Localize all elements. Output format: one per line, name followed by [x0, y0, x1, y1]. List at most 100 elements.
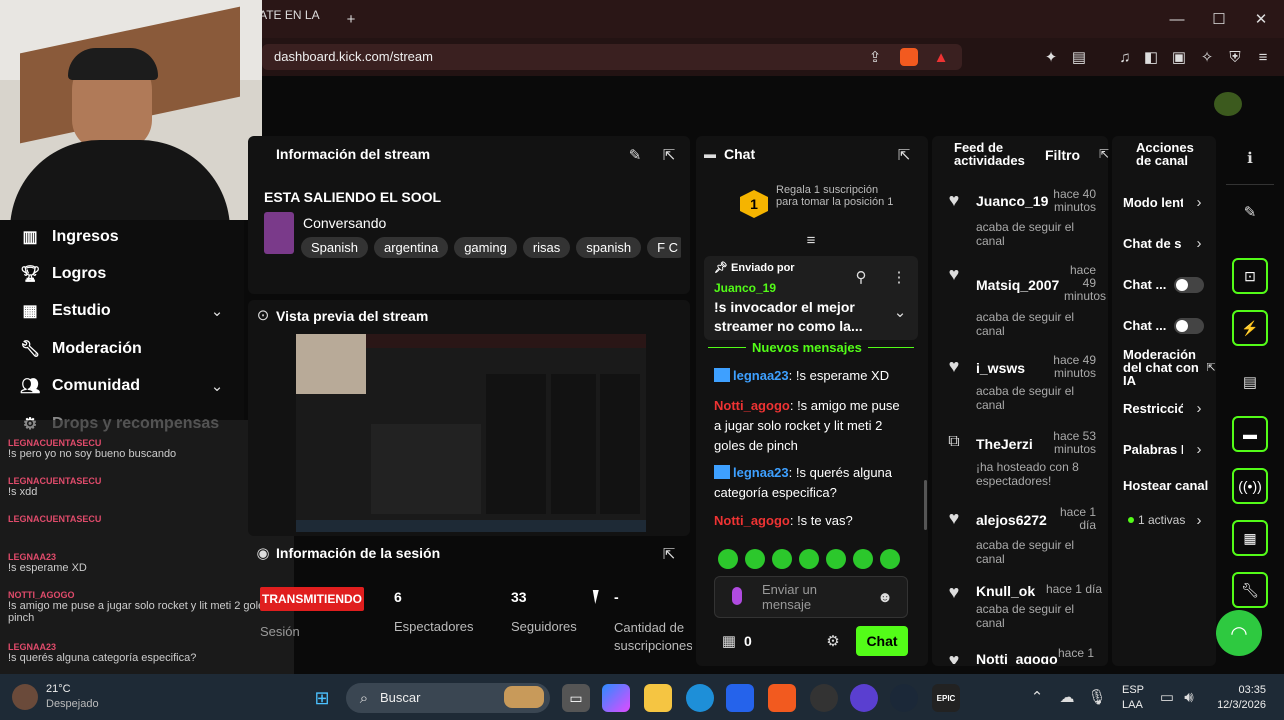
emoji-icon[interactable]: ☻ — [876, 588, 894, 606]
stream-preview-video[interactable] — [296, 334, 646, 532]
toggle-switch[interactable] — [1174, 318, 1204, 334]
sidebar-item-moderacion[interactable]: 🔧︎ Moderación — [20, 334, 142, 364]
share-icon[interactable]: ⇪ — [864, 46, 886, 68]
preview-toggle-button[interactable]: ⊡ — [1232, 258, 1268, 294]
action-ai-moderation[interactable]: Moderación del chat con IA — [1123, 348, 1211, 387]
sidebar-icon[interactable]: ◧ — [1140, 46, 1162, 68]
music-icon[interactable]: ♫ — [1114, 46, 1136, 68]
feed-username[interactable]: alejos6272 — [976, 512, 1047, 528]
copilot-icon[interactable] — [602, 684, 630, 712]
browser-tab[interactable]: PATE EN LA — [252, 8, 332, 30]
language-indicator[interactable]: ESP — [1122, 684, 1144, 696]
onedrive-icon[interactable]: ☁ — [1058, 688, 1076, 706]
chat-username[interactable]: Notti_agogo — [714, 513, 790, 528]
action-blocked-words[interactable]: Palabras I — [1123, 442, 1183, 457]
action-host-channel[interactable]: Hostear canal — [1123, 478, 1208, 493]
microphone-icon[interactable]: 🎙︎ — [1087, 688, 1106, 706]
popout-icon[interactable]: ⇱ — [893, 144, 915, 166]
feed-username[interactable]: TheJerzi — [976, 436, 1033, 452]
popout-icon[interactable]: ⇱ — [658, 144, 680, 166]
epic-games-icon[interactable]: EPIC — [932, 684, 960, 712]
chevron-right-icon[interactable]: › — [1190, 193, 1208, 211]
flash-button[interactable]: ⚡ — [1232, 310, 1268, 346]
toggle-switch[interactable] — [1174, 277, 1204, 293]
steam-icon[interactable] — [890, 684, 918, 712]
wallet-icon[interactable]: ▣ — [1168, 46, 1190, 68]
chevron-right-icon[interactable]: › — [1190, 399, 1208, 417]
feed-username[interactable]: Notti_agogo — [976, 651, 1058, 664]
volume-icon[interactable]: 🔊︎ — [1180, 688, 1198, 706]
brave-icon[interactable] — [768, 684, 796, 712]
brave-shield-icon[interactable] — [900, 48, 918, 66]
store-icon[interactable] — [726, 684, 754, 712]
task-view-icon[interactable]: ▭ — [562, 684, 590, 712]
chat-scrollbar[interactable] — [924, 480, 927, 530]
support-chat-button[interactable]: ◠ — [1216, 610, 1262, 656]
weather-icon[interactable] — [12, 684, 38, 710]
chat-username[interactable]: legnaa23 — [733, 465, 789, 480]
chevron-up-icon[interactable]: ⌃ — [1028, 688, 1046, 706]
broadcast-button[interactable]: ((•)) — [1232, 468, 1268, 504]
feed-filter[interactable]: Filtro — [1045, 147, 1080, 163]
feed-username[interactable]: Matsiq_2007 — [976, 277, 1059, 293]
action-slow-mode[interactable]: Modo lent — [1123, 195, 1183, 210]
pinned-user[interactable]: Juanco_19 — [714, 281, 776, 295]
chevron-right-icon[interactable]: › — [1190, 440, 1208, 458]
emote-icon[interactable] — [745, 549, 765, 569]
wrench-button[interactable]: 🔧︎ — [1232, 572, 1268, 608]
emote-icon[interactable] — [853, 549, 873, 569]
minimize-button[interactable]: — — [1166, 8, 1188, 30]
sidebar-item-estudio[interactable]: ▦ Estudio — [20, 296, 110, 326]
clock-date[interactable]: 12/3/2026 — [1212, 699, 1266, 711]
avatar[interactable] — [1214, 92, 1242, 116]
popout-icon[interactable]: ⇱ — [1098, 146, 1110, 162]
emote-icon[interactable] — [772, 549, 792, 569]
pin-icon[interactable]: ⚲ — [852, 268, 870, 286]
chevron-right-icon[interactable]: › — [1190, 234, 1208, 252]
edit-icon[interactable]: ✎ — [1240, 202, 1260, 222]
chevron-down-icon[interactable]: ⌄ — [890, 302, 910, 322]
collapse-icon[interactable]: ≡ — [800, 232, 822, 249]
action-chat-followers[interactable]: Chat de s — [1123, 236, 1183, 251]
popout-icon[interactable]: ⇱ — [658, 543, 680, 565]
emote-icon[interactable] — [880, 549, 900, 569]
menu-icon[interactable]: ≡ — [1252, 46, 1274, 68]
chat-username[interactable]: legnaa23 — [733, 368, 789, 383]
vpn-icon[interactable]: ⛨ — [1224, 46, 1246, 68]
close-window-button[interactable]: ✕ — [1250, 8, 1272, 30]
extensions-icon[interactable]: ✦ — [1040, 46, 1062, 68]
new-tab-button[interactable]: + — [340, 8, 362, 30]
more-icon[interactable]: ⋮ — [892, 268, 907, 286]
chevron-down-icon[interactable]: ⌄ — [206, 375, 228, 397]
reader-icon[interactable]: ▤ — [1068, 46, 1090, 68]
windows-start-icon[interactable]: ⊞ — [308, 684, 336, 712]
discord-icon[interactable] — [850, 684, 878, 712]
notes-icon[interactable]: ▤ — [1240, 372, 1260, 392]
rewards-icon[interactable]: ▲ — [930, 46, 952, 68]
sidebar-item-comunidad[interactable]: 👥︎ Comunidad — [20, 371, 140, 401]
gear-icon[interactable]: ⚙ — [824, 632, 842, 650]
info-icon[interactable]: ℹ — [1240, 148, 1260, 168]
sidebar-item-ingresos[interactable]: ▥ Ingresos — [20, 222, 118, 252]
chevron-right-icon[interactable]: › — [1190, 511, 1208, 529]
emote-icon[interactable] — [826, 549, 846, 569]
network-icon[interactable]: ▭ — [1158, 688, 1176, 706]
action-restrictions[interactable]: Restricció — [1123, 401, 1183, 416]
microphone-icon[interactable] — [732, 587, 742, 605]
chevron-down-icon[interactable]: ⌄ — [206, 300, 228, 322]
feed-username[interactable]: i_wsws — [976, 360, 1025, 376]
maximize-button[interactable]: ☐ — [1208, 8, 1230, 30]
popout-icon[interactable]: ⇱ — [1206, 360, 1216, 374]
keyboard-layout[interactable]: LAA — [1122, 699, 1143, 711]
feed-username[interactable]: Juanco_19 — [976, 193, 1048, 209]
send-chat-button[interactable]: Chat — [856, 626, 908, 656]
layout-button[interactable]: ▦ — [1232, 520, 1268, 556]
feed-username[interactable]: Knull_ok — [976, 583, 1035, 599]
store-icon[interactable]: ▦ — [720, 632, 738, 650]
edit-icon[interactable]: ✎ — [624, 144, 646, 166]
obs-icon[interactable] — [810, 684, 838, 712]
chat-toggle-button[interactable]: ▬ — [1232, 416, 1268, 452]
emote-icon[interactable] — [799, 549, 819, 569]
leo-icon[interactable]: ✧ — [1196, 46, 1218, 68]
sidebar-item-logros[interactable]: 🏆︎ Logros — [20, 259, 106, 289]
